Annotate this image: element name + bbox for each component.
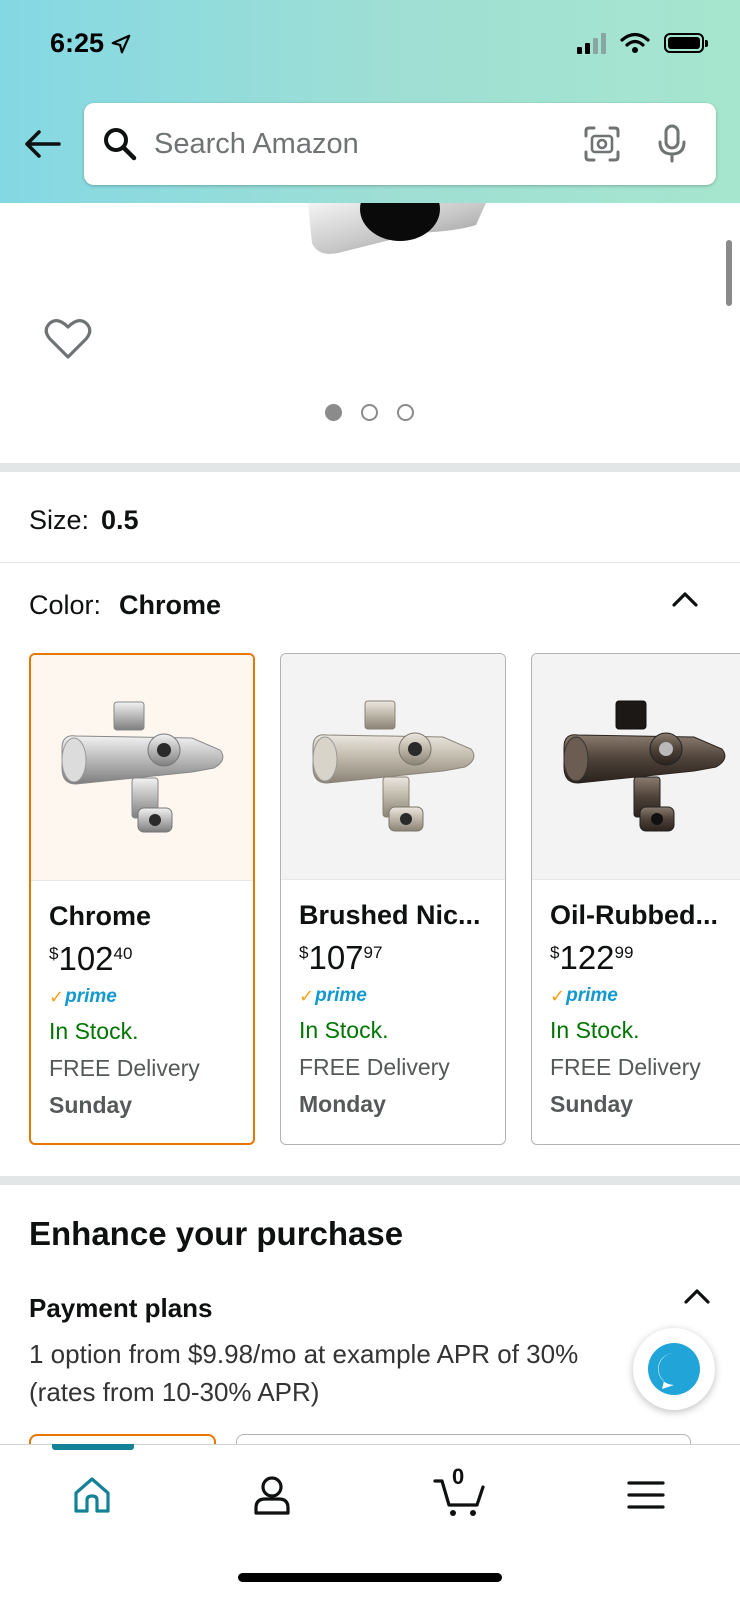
delivery-text: FREE Delivery [550, 1054, 701, 1080]
battery-icon [664, 33, 708, 53]
swatch-image [281, 654, 505, 880]
app-header: 6:25 Search Amazon [0, 0, 740, 203]
voice-search-button[interactable] [646, 118, 698, 170]
swatch-name: Brushed Nic... [299, 900, 481, 930]
pagination-dot[interactable] [361, 404, 378, 421]
status-indicators [577, 32, 708, 54]
prime-badge: ✓ prime [49, 986, 117, 1007]
color-option-chrome[interactable]: Chrome $102 40 ✓ prime In Stock. FREE Deli… [29, 653, 255, 1145]
delivery-text: FREE Delivery [49, 1055, 200, 1081]
location-arrow-icon [111, 34, 131, 53]
cart-count: 0 [452, 1464, 465, 1489]
swatch-price: $122 99 [550, 939, 634, 976]
swatch-name: Chrome [49, 901, 152, 931]
size-value: 0.5 [101, 505, 139, 535]
chevron-up-icon[interactable] [670, 589, 700, 609]
wifi-icon [620, 32, 650, 53]
search-input[interactable]: Search Amazon [84, 103, 716, 185]
payment-plans-title: Payment plans [29, 1293, 213, 1323]
nav-account[interactable] [242, 1470, 302, 1520]
nav-menu[interactable] [616, 1470, 676, 1520]
pagination-dot[interactable] [325, 404, 342, 421]
row-divider [0, 562, 740, 563]
swatch-image [532, 654, 740, 880]
color-option-oil-rubbed[interactable]: Oil-Rubbed... $122 99 ✓ prime In Stock. FR… [531, 653, 740, 1145]
section-title: Enhance your purchase [29, 1215, 404, 1252]
camera-search-button[interactable] [576, 118, 628, 170]
product-image[interactable] [308, 203, 486, 259]
prime-badge: ✓ prime [299, 985, 367, 1006]
pagination-dot[interactable] [397, 404, 414, 421]
color-label: Color: [29, 590, 102, 620]
delivery-day: Sunday [550, 1091, 634, 1117]
swatch-image [31, 655, 253, 881]
swatch-price: $102 40 [49, 940, 133, 977]
alexa-button[interactable] [633, 1328, 715, 1410]
color-value: Chrome [119, 590, 222, 620]
active-tab-indicator [52, 1444, 134, 1450]
account-icon [254, 1476, 290, 1515]
image-pagination [325, 404, 414, 421]
delivery-day: Monday [299, 1091, 386, 1117]
camera-scan-icon [584, 126, 620, 162]
search-icon [104, 128, 137, 161]
scrollbar[interactable] [726, 240, 732, 306]
stock-status: In Stock. [550, 1017, 640, 1043]
size-label: Size: [29, 505, 90, 535]
alexa-icon [648, 1343, 700, 1395]
status-time: 6:25 [50, 28, 132, 59]
home-indicator[interactable] [238, 1573, 502, 1582]
stock-status: In Stock. [49, 1018, 139, 1044]
stock-status: In Stock. [299, 1017, 389, 1043]
home-icon [74, 1477, 110, 1513]
back-button[interactable] [22, 124, 62, 164]
delivery-day: Sunday [49, 1092, 133, 1118]
cell-signal-icon [577, 32, 606, 54]
size-selector[interactable]: Size: 0.5 [29, 505, 139, 536]
microphone-icon [658, 124, 686, 163]
heart-icon [44, 319, 92, 359]
swatch-name: Oil-Rubbed... [550, 900, 718, 930]
section-divider [0, 463, 740, 472]
prime-check-icon: ✓ [299, 985, 315, 1006]
nav-home[interactable] [62, 1470, 122, 1520]
nav-cart[interactable]: 0 [430, 1464, 490, 1520]
payment-plans-description: 1 option from $9.98/mo at example APR of… [29, 1339, 579, 1407]
color-option-brushed-nickel[interactable]: Brushed Nic... $107 97 ✓ prime In Stock. F… [280, 653, 506, 1145]
back-arrow-icon [25, 130, 61, 158]
status-time-text: 6:25 [50, 28, 105, 58]
section-divider [0, 1176, 740, 1185]
chevron-up-icon[interactable] [682, 1286, 712, 1306]
prime-badge: ✓ prime [550, 985, 618, 1006]
prime-check-icon: ✓ [49, 986, 65, 1007]
color-swatch-carousel[interactable]: Chrome $102 40 ✓ prime In Stock. FREE Deli… [29, 653, 740, 1147]
menu-icon [627, 1481, 665, 1509]
color-selector-header[interactable]: Color: Chrome [29, 590, 221, 621]
search-placeholder: Search Amazon [154, 127, 359, 160]
swatch-price: $107 97 [299, 939, 383, 976]
delivery-text: FREE Delivery [299, 1054, 450, 1080]
wishlist-button[interactable] [44, 316, 92, 360]
prime-check-icon: ✓ [550, 985, 566, 1006]
